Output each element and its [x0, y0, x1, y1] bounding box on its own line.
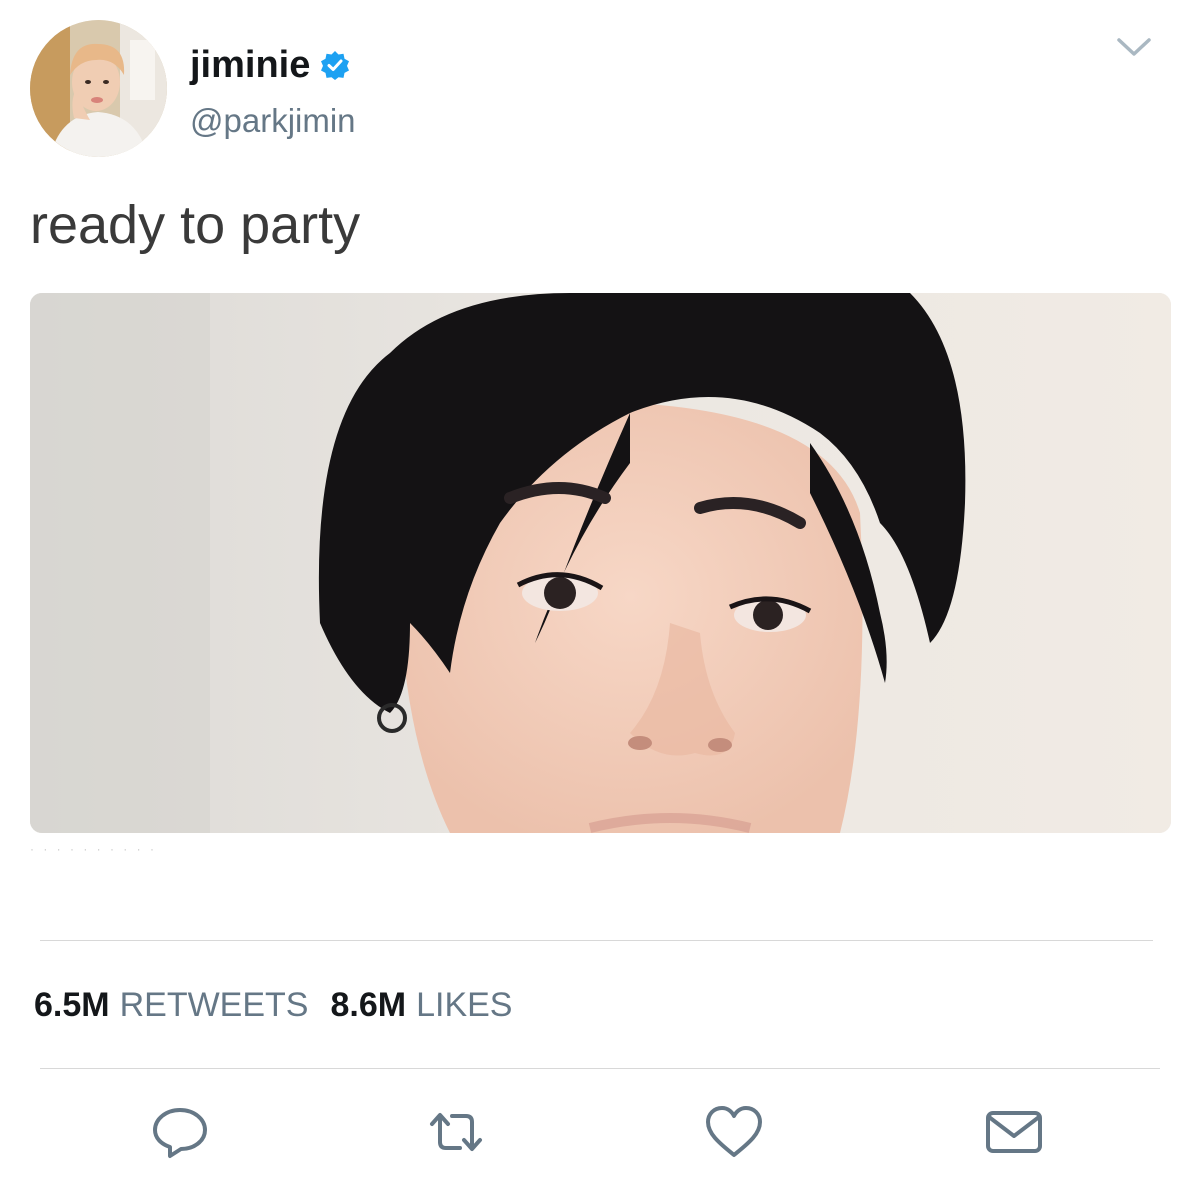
user-handle[interactable]: @parkjimin [190, 104, 356, 137]
likes-label: LIKES [416, 986, 513, 1024]
verified-badge-icon [320, 50, 350, 80]
retweets-count: 6.5M [34, 986, 110, 1024]
likes-stat[interactable]: 8.6M LIKES [331, 988, 513, 1022]
portrait-photo [30, 293, 1171, 833]
divider [40, 1068, 1160, 1069]
tweet-stats: 6.5M RETWEETS 8.6M LIKES [34, 988, 534, 1022]
avatar[interactable] [30, 20, 167, 157]
reply-icon[interactable] [148, 1100, 212, 1164]
retweets-stat[interactable]: 6.5M RETWEETS [34, 988, 309, 1022]
tweet-timestamp: · · · · · · · · · · [30, 846, 157, 852]
tweet-text: ready to party [30, 195, 361, 255]
retweet-icon[interactable] [424, 1100, 488, 1164]
avatar-photo [30, 20, 167, 157]
like-heart-icon[interactable] [702, 1100, 766, 1164]
display-name-row[interactable]: jiminie [190, 46, 350, 84]
chevron-down-icon[interactable] [1114, 34, 1154, 60]
direct-message-icon[interactable] [982, 1100, 1046, 1164]
likes-count: 8.6M [330, 986, 407, 1024]
tweet-detail-view: jiminie @parkjimin ready to party 6.5M R… [0, 0, 1200, 1193]
tweet-photo[interactable] [30, 293, 1171, 833]
retweets-label: RETWEETS [119, 986, 309, 1024]
display-name[interactable]: jiminie [190, 46, 310, 84]
divider [40, 940, 1153, 941]
